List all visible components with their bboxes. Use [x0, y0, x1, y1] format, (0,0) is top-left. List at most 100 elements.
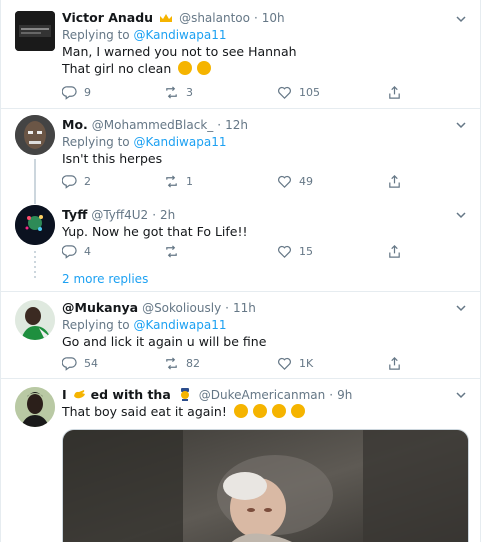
tweet-text: Yup. Now he got that Fo Life!!	[62, 224, 248, 239]
thread-dots	[34, 251, 36, 281]
share-icon	[389, 356, 400, 370]
retweet-icon	[166, 85, 177, 99]
chevron-down-icon[interactable]	[454, 118, 468, 132]
reply-icon	[62, 174, 77, 189]
tweet-line: Man, I warned you not to see Hannah	[62, 44, 297, 59]
chevron-down-icon[interactable]	[454, 388, 468, 402]
rofl-emoji-icon	[252, 404, 267, 418]
reply-feed: Victor Anadu @shalantoo · 10h Replying t…	[0, 0, 481, 542]
reply-button[interactable]: 9	[62, 84, 91, 100]
like-count: 49	[299, 174, 313, 188]
replying-to: Replying to @Kandiwapa11	[62, 134, 470, 150]
reply-button[interactable]: 4	[62, 243, 91, 259]
rofl-emoji-icon	[233, 404, 248, 418]
replying-label: Replying to	[62, 318, 130, 332]
separator: ·	[225, 301, 229, 315]
like-icon	[278, 86, 291, 99]
share-icon	[389, 85, 400, 99]
tweet[interactable]: Victor Anadu @shalantoo · 10h Replying t…	[1, 0, 480, 108]
display-name[interactable]: I	[62, 387, 67, 402]
share-button[interactable]	[387, 355, 409, 371]
handle[interactable]: @Sokoliously	[142, 301, 221, 315]
mention-link[interactable]: @Kandiwapa11	[133, 135, 226, 149]
retweet-button[interactable]: 82	[164, 355, 200, 371]
tweet-line: That girl no clean	[62, 61, 172, 76]
retweet-button[interactable]: 1	[164, 173, 193, 189]
retweet-icon	[166, 356, 177, 370]
crown-emoji-icon	[159, 10, 173, 22]
retweet-button[interactable]	[164, 243, 186, 259]
reply-button[interactable]: 2	[62, 173, 91, 189]
retweet-count: 82	[186, 356, 200, 370]
thread-line	[34, 199, 36, 204]
tweet[interactable]: Tyff @Tyff4U2 · 2h Yup. Now he got that …	[1, 199, 480, 291]
mention-link[interactable]: @Kandiwapa11	[133, 318, 226, 332]
like-icon	[278, 175, 291, 188]
replying-to: Replying to @Kandiwapa11	[62, 27, 470, 43]
avatar[interactable]	[15, 300, 55, 340]
avatar[interactable]	[15, 205, 55, 245]
display-name[interactable]: @Mukanya	[62, 300, 138, 315]
like-count: 1K	[299, 356, 314, 370]
timestamp[interactable]: 11h	[233, 301, 256, 315]
timestamp[interactable]: 10h	[262, 11, 285, 25]
share-button[interactable]	[387, 84, 409, 100]
timestamp[interactable]: 9h	[337, 388, 352, 402]
share-button[interactable]	[387, 173, 409, 189]
tweet-text: That boy said eat it again!	[62, 403, 470, 420]
like-button[interactable]: 49	[277, 173, 313, 189]
tweet-media-video[interactable]	[62, 429, 469, 542]
separator: ·	[329, 388, 334, 402]
timestamp[interactable]: 12h	[225, 118, 248, 132]
reply-count: 2	[84, 174, 91, 188]
share-button[interactable]	[387, 243, 409, 259]
like-count: 105	[299, 85, 320, 99]
replying-label: Replying to	[62, 135, 130, 149]
avatar[interactable]	[15, 115, 55, 155]
retweet-icon	[166, 244, 177, 258]
replying-label: Replying to	[62, 28, 130, 42]
thread-line	[34, 159, 36, 199]
display-name[interactable]: ed with tha	[91, 387, 171, 402]
tweet[interactable]: @Mukanya @Sokoliously · 11h Replying to …	[1, 292, 480, 378]
display-name[interactable]: Mo.	[62, 117, 88, 132]
like-button[interactable]: 15	[277, 243, 313, 259]
tweet[interactable]: Mo. @MohammedBlack_ · 12h Replying to @K…	[1, 109, 480, 199]
reply-count: 9	[84, 85, 91, 99]
retweet-count: 3	[186, 85, 193, 99]
chevron-down-icon[interactable]	[454, 301, 468, 315]
like-icon	[278, 245, 291, 258]
expressionless-emoji-icon	[178, 61, 193, 75]
tweet-line: That boy said eat it again!	[62, 404, 227, 419]
mention-link[interactable]: @Kandiwapa11	[133, 28, 226, 42]
more-replies-link[interactable]: 2 more replies	[62, 272, 148, 286]
tweet-text: Man, I warned you not to see Hannah That…	[62, 43, 470, 77]
retweet-count: 1	[186, 174, 193, 188]
share-icon	[389, 244, 400, 258]
timestamp[interactable]: 2h	[160, 208, 175, 222]
avatar[interactable]	[15, 11, 55, 51]
display-name[interactable]: Tyff	[62, 207, 87, 222]
handle[interactable]: @DukeAmericanman	[199, 388, 326, 402]
like-button[interactable]: 1K	[277, 355, 313, 371]
raised-hand-emoji-icon	[72, 387, 86, 399]
like-button[interactable]: 105	[277, 84, 320, 100]
share-icon	[389, 174, 400, 188]
avatar[interactable]	[15, 387, 55, 427]
rofl-emoji-icon	[290, 404, 305, 418]
chevron-down-icon[interactable]	[454, 12, 468, 26]
like-icon	[278, 357, 291, 370]
reply-icon	[62, 356, 77, 371]
reply-count: 54	[84, 356, 98, 370]
handle[interactable]: @MohammedBlack_	[92, 118, 214, 132]
separator: ·	[152, 208, 157, 222]
handle[interactable]: @shalantoo	[179, 11, 250, 25]
reply-button[interactable]: 54	[62, 355, 98, 371]
relieved-emoji-icon	[197, 61, 212, 75]
retweet-button[interactable]: 3	[164, 84, 193, 100]
display-name[interactable]: Victor Anadu	[62, 10, 153, 25]
retweet-icon	[166, 174, 177, 188]
chevron-down-icon[interactable]	[454, 208, 468, 222]
reply-icon	[62, 244, 77, 259]
handle[interactable]: @Tyff4U2	[91, 208, 148, 222]
